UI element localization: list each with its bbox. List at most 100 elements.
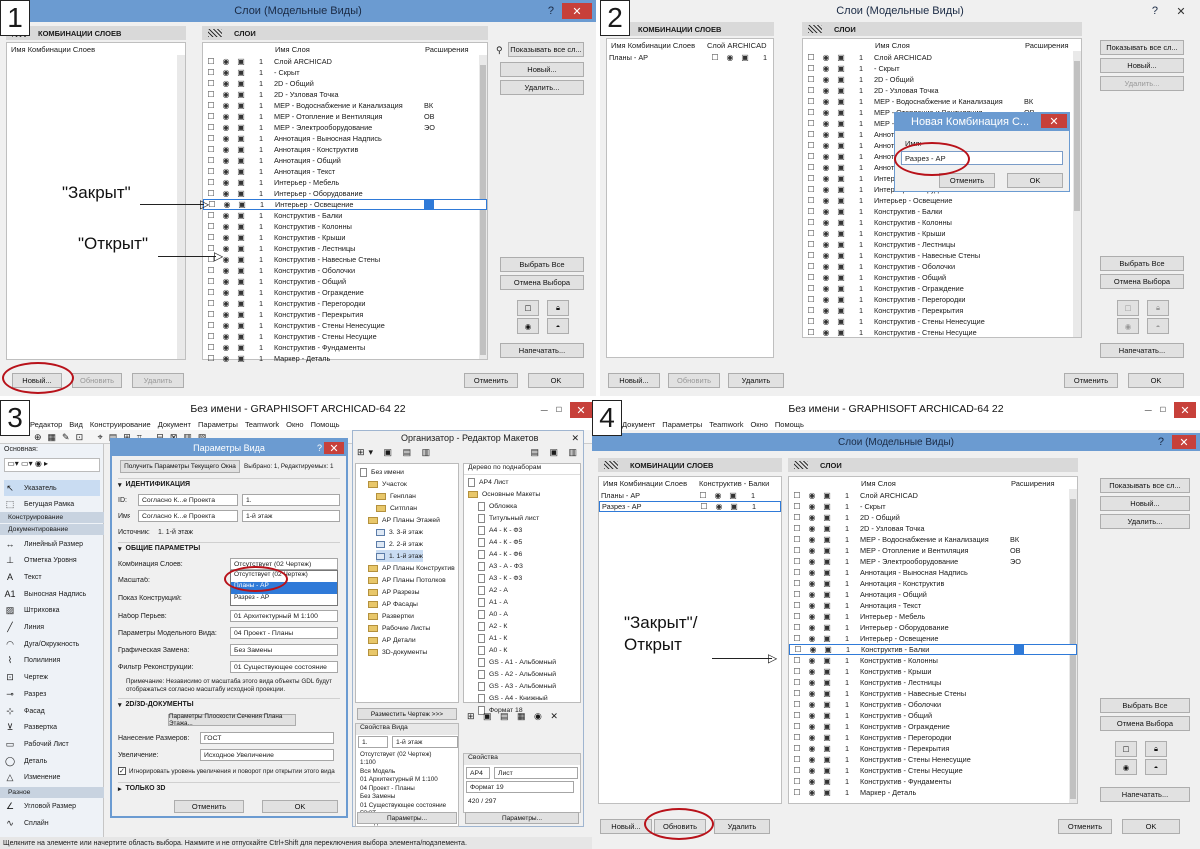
tool-item[interactable]: ∿ Сплайн [4,815,48,831]
pen-icon[interactable]: ▣ [836,328,846,337]
lock-open-icon[interactable]: ☐ [206,101,216,110]
eye-icon[interactable]: ◉ [821,284,831,293]
cancel-button[interactable]: Отменить [1058,819,1112,834]
layer-row[interactable]: ☐ ◉ ▣ 1 Аннотация - Общий [203,155,487,166]
eye-icon[interactable]: ◉ [807,513,817,522]
tree-root[interactable]: Без имени [360,466,404,478]
lock-open-icon[interactable]: ☐ [792,711,802,720]
tool-item[interactable]: ▭ Рабочий Лист [4,736,69,752]
layer-row[interactable]: ☐ ◉ ▣ 1 Аннотация - Конструктив [203,144,487,155]
eye-icon[interactable]: ◉ [807,623,817,632]
lock-open-icon[interactable]: ☐ [206,321,216,330]
lock-open-icon[interactable]: ☐ [698,491,708,500]
eye-icon[interactable]: ◉ [821,64,831,73]
layer-row[interactable]: ☐ ◉ ▣ 1 Конструктив - Перегородки [203,298,487,309]
lock-open-icon[interactable]: ☐ [806,284,816,293]
sheet-item[interactable]: А0 - А [478,608,508,620]
lock-icon[interactable]: 🔒︎ [1145,741,1167,757]
new-combo-button[interactable]: Новый... [608,373,660,388]
eye-icon[interactable]: ◉ [222,200,232,209]
lock-open-icon[interactable]: ☐ [806,119,816,128]
eye-icon[interactable]: ◉ [807,678,817,687]
pen-icon[interactable]: ▣ [836,229,846,238]
tool-item[interactable]: A1 Выносная Надпись [4,586,86,602]
eye-icon[interactable]: ◉ [821,119,831,128]
sheet-item[interactable]: GS - А2 - Альбомный [478,668,556,680]
eye-icon[interactable]: ◉ [221,211,231,220]
lock-open-icon[interactable]: ☐ [792,722,802,731]
lock-open-icon[interactable]: ☐ [806,295,816,304]
pen-icon[interactable]: ▣ [822,777,832,786]
layer-row[interactable]: ☐ ◉ ▣ 1 Конструктив - Стены Ненесущие [203,320,487,331]
lock-open-icon[interactable]: ☐ [206,79,216,88]
layer-row[interactable]: ☐ ◉ ▣ 1 Конструктив - Лестницы [789,677,1077,688]
sheet-item[interactable]: GS - А1 - Альбомный [478,656,556,668]
eye-icon[interactable]: ◉ [821,141,831,150]
menu-item[interactable]: Документ [622,420,655,429]
lock-open-icon[interactable]: ☐ [792,579,802,588]
eye-icon[interactable]: ◉ [807,700,817,709]
lock-open-icon[interactable]: ☐ [792,744,802,753]
pen-icon[interactable]: ▣ [236,134,246,143]
combo-row[interactable]: Планы - АР ☐ ◉ ▣ 1 [607,52,773,63]
pen-icon[interactable]: ▣ [236,332,246,341]
pen-icon[interactable]: ▣ [836,284,846,293]
layer-row[interactable]: ☐ ◉ ▣ 1 Интерьер - Освещение [789,633,1077,644]
pen-icon[interactable]: ▣ [822,689,832,698]
layer-row[interactable]: ☐ ◉ ▣ 1 Конструктив - Перегородки [803,294,1081,305]
extension-column[interactable]: Расширения [1025,41,1069,50]
lock-open-icon[interactable]: ☐ [710,53,720,62]
layer-row[interactable]: ☐ ◉ ▣ 1 Конструктив - Перекрытия [803,305,1081,316]
section-identification[interactable]: ▾ ИДЕНТИФИКАЦИЯ [118,478,340,490]
layer-row[interactable]: ☐ ◉ ▣ 1 - Скрыт [789,501,1077,512]
lock-open-icon[interactable]: ☐ [792,678,802,687]
maximize-icon[interactable]: ☐ [1160,406,1166,414]
lock-open-icon[interactable]: ☐ [206,68,216,77]
tool-item[interactable]: ↖ Указатель [4,480,100,496]
layer-row[interactable]: ☐ ◉ ▣ 1 Конструктив - Навесные Стены [803,250,1081,261]
pen-icon[interactable]: ▣ [822,524,832,533]
ok-button[interactable]: OK [262,800,338,813]
sheet-item[interactable]: АР4 Лист [468,476,509,488]
sheet-item[interactable]: GS - А3 - Альбомный [478,680,556,692]
pen-icon[interactable]: ▣ [822,601,832,610]
model-view-select[interactable]: 04 Проект - Планы [230,627,338,639]
view-tree-item[interactable]: Рабочие Листы [368,622,430,634]
print-button[interactable]: Напечатать... [1100,343,1184,358]
sheet-item[interactable]: Основные Макеты [468,488,540,500]
eye-closed-icon[interactable]: ◓ [1147,318,1169,334]
lock-open-icon[interactable]: ☐ [792,590,802,599]
eye-icon[interactable]: ◉ [221,134,231,143]
dropdown-option[interactable]: Разрез - АР [231,594,337,605]
eye-icon[interactable]: ◉ [221,57,231,66]
view-tree-item[interactable]: 2. 2-й этаж [376,538,423,550]
lock-open-icon[interactable]: ☐ [806,317,816,326]
layer-row[interactable]: ☐ ◉ ▣ 1 MEP - Водоснабжение и Канализация ВК [203,100,487,111]
layer-row[interactable]: ☐ ◉ ▣ 1 Конструктив - Общий [789,710,1077,721]
tool-group-header[interactable]: Конструирование [0,512,104,523]
cancel-button[interactable]: Отменить [1064,373,1118,388]
eye-icon[interactable]: ◉ [807,502,817,511]
menu-item[interactable]: Вид [69,420,83,429]
lock-open-icon[interactable]: ☐ [206,156,216,165]
pen-icon[interactable]: ▣ [822,612,832,621]
pen-icon[interactable]: ▣ [836,207,846,216]
menu-item[interactable]: Окно [286,420,303,429]
layer-row[interactable]: ☐◉▣1Интерьер - Оборудование [203,188,487,199]
section-3d-only[interactable]: ▸ ТОЛЬКО 3D [118,782,340,794]
lock-open-icon[interactable]: ☐ [792,788,802,797]
lock-open-icon[interactable]: ☐ [806,141,816,150]
layer-row[interactable]: ☐◉▣1Интерьер - Оборудование [789,622,1077,633]
lock-open-icon[interactable]: ☐ [806,163,816,172]
help-icon[interactable]: ? [317,443,322,453]
id-input[interactable]: 1. [242,494,340,506]
eye-icon[interactable]: ◉ [807,557,817,566]
pen-icon[interactable]: ▣ [236,167,246,176]
lock-open-icon[interactable]: ☐ [806,174,816,183]
layer-row[interactable]: ☐ ◉ ▣ 1 Аннотация - Текст [203,166,487,177]
pen-icon[interactable]: ▣ [836,240,846,249]
lock-open-icon[interactable]: ☐ [792,601,802,610]
pen-icon[interactable]: ▣ [236,211,246,220]
eye-icon[interactable]: ◉ [807,711,817,720]
minimize-icon[interactable]: — [541,407,548,414]
